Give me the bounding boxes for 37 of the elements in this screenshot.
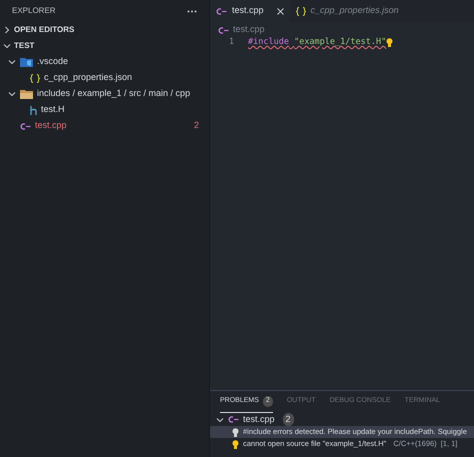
- folder-icon: [20, 57, 33, 67]
- cpp-file-icon: [228, 416, 239, 423]
- file-name: test.cpp: [35, 119, 67, 132]
- error-count: 2: [194, 119, 199, 132]
- tree-item[interactable]: test.H: [0, 102, 209, 118]
- file-name: c_cpp_properties.json: [44, 71, 132, 84]
- file-name: .vscode: [37, 55, 68, 68]
- chevron-right-icon: [3, 26, 11, 34]
- braces-icon: [30, 74, 40, 82]
- braces-icon: [296, 6, 306, 16]
- header-file-icon: [30, 106, 37, 114]
- file-name: test.H: [41, 103, 65, 116]
- problem-group[interactable]: test.cpp 2: [210, 413, 474, 426]
- tree-item[interactable]: test.cpp 2: [0, 118, 209, 134]
- tree-item[interactable]: .vscode: [0, 54, 209, 70]
- section-header[interactable]: OPEN EDITORS: [0, 22, 209, 38]
- lightbulb-icon: [386, 38, 394, 47]
- tree-item[interactable]: c_cpp_properties.json: [0, 70, 209, 86]
- cpp-file-icon: [20, 122, 31, 130]
- chevron-down-icon: [8, 90, 16, 98]
- chevron-down-icon: [216, 416, 224, 424]
- lightbulb-icon: [232, 440, 239, 448]
- lightbulb-icon: [232, 428, 239, 436]
- more-icon[interactable]: [187, 10, 197, 12]
- tree-item[interactable]: includes / example_1 / src / main / cpp: [0, 86, 209, 102]
- section-header[interactable]: TEST: [0, 38, 209, 54]
- code-line: #include "example_1/test.H": [248, 36, 386, 49]
- cpp-file-icon: [216, 8, 227, 14]
- file-name: test.cpp: [243, 412, 275, 426]
- folder-icon: [20, 89, 33, 99]
- sidebar-title: EXPLORER: [12, 5, 56, 17]
- close-icon[interactable]: [276, 8, 284, 14]
- cpp-file-icon: [218, 26, 229, 34]
- breadcrumb[interactable]: test.cpp: [233, 23, 265, 37]
- line-number: 1: [228, 36, 234, 49]
- count-badge: 2: [282, 412, 294, 426]
- file-name: includes / example_1 / src / main / cpp: [37, 87, 190, 100]
